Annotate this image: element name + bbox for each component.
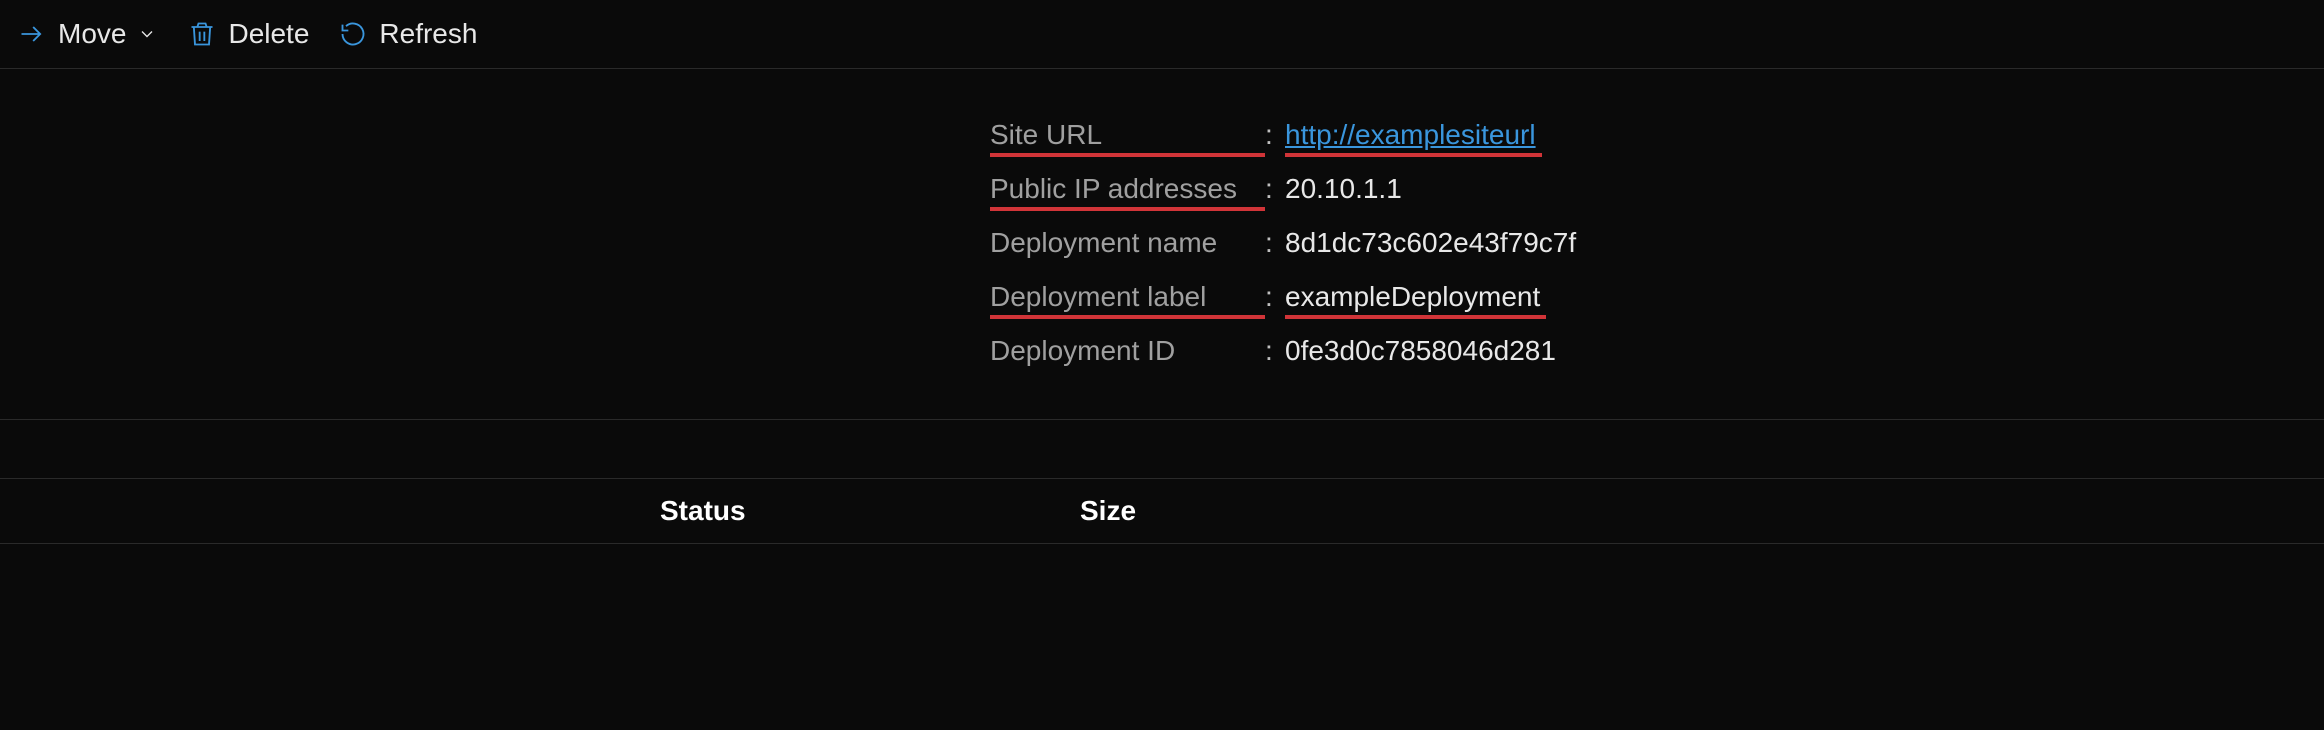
arrow-right-icon xyxy=(16,18,48,50)
deployment-id-label: Deployment ID xyxy=(990,335,1265,371)
column-header-status[interactable]: Status xyxy=(660,495,1080,527)
site-url-label: Site URL xyxy=(990,119,1265,155)
property-row-deployment-id: Deployment ID : 0fe3d0c7858046d281 xyxy=(990,335,2324,371)
table-header-row: Status Size xyxy=(0,479,2324,544)
move-label: Move xyxy=(58,18,126,50)
property-row-deployment-label: Deployment label : exampleDeployment xyxy=(990,281,2324,317)
colon: : xyxy=(1265,281,1285,313)
deployment-label-value: exampleDeployment xyxy=(1285,281,1540,317)
property-row-deployment-name: Deployment name : 8d1dc73c602e43f79c7f xyxy=(990,227,2324,263)
delete-button[interactable]: Delete xyxy=(186,18,309,50)
trash-icon xyxy=(186,18,218,50)
deployment-id-value: 0fe3d0c7858046d281 xyxy=(1285,335,1556,371)
command-bar: Move Delete Refresh xyxy=(0,0,2324,68)
property-row-site-url: Site URL : http://examplesiteurl xyxy=(990,119,2324,155)
site-url-link[interactable]: http://examplesiteurl xyxy=(1285,119,1536,155)
colon: : xyxy=(1265,227,1285,259)
refresh-label: Refresh xyxy=(379,18,477,50)
properties-panel: Site URL : http://examplesiteurl Public … xyxy=(990,69,2324,419)
colon: : xyxy=(1265,173,1285,205)
public-ip-value: 20.10.1.1 xyxy=(1285,173,1402,209)
deployment-name-label: Deployment name xyxy=(990,227,1265,263)
property-row-public-ip: Public IP addresses : 20.10.1.1 xyxy=(990,173,2324,209)
move-button[interactable]: Move xyxy=(16,18,158,50)
deployment-label-label: Deployment label xyxy=(990,281,1265,317)
refresh-button[interactable]: Refresh xyxy=(337,18,477,50)
delete-label: Delete xyxy=(228,18,309,50)
public-ip-label: Public IP addresses xyxy=(990,173,1265,209)
refresh-icon xyxy=(337,18,369,50)
colon: : xyxy=(1265,119,1285,151)
table-spacer xyxy=(0,419,2324,479)
deployment-name-value: 8d1dc73c602e43f79c7f xyxy=(1285,227,1576,263)
chevron-down-icon xyxy=(136,18,158,50)
colon: : xyxy=(1265,335,1285,367)
column-header-size[interactable]: Size xyxy=(1080,495,1136,527)
